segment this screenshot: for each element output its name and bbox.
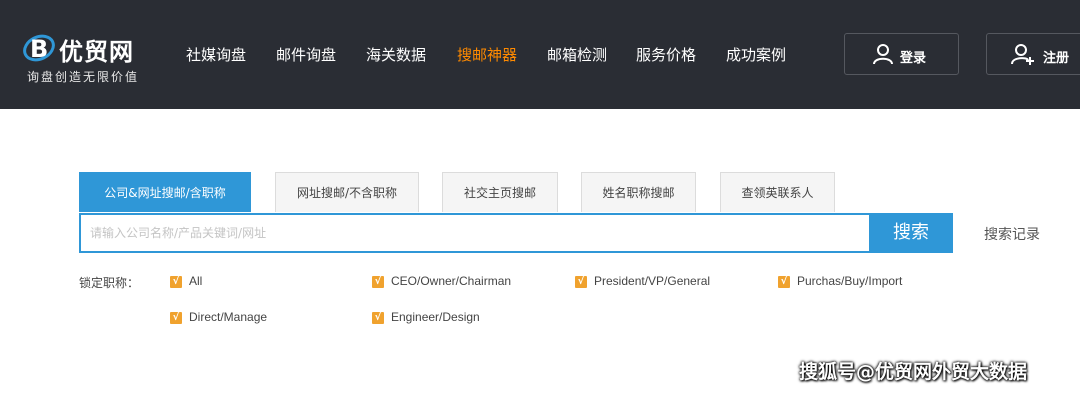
checkbox-label: President/VP/General: [594, 274, 711, 288]
tab-name-title[interactable]: 姓名职称搜邮: [581, 172, 696, 212]
search-history-link[interactable]: 搜索记录: [984, 224, 1040, 244]
checked-icon: √: [372, 276, 384, 288]
checkbox-label: Purchas/Buy/Import: [797, 274, 903, 288]
logo-title: 优贸网: [59, 38, 134, 66]
logo-slogan: 询盘创造无限价值: [27, 70, 140, 84]
login-button[interactable]: 登录: [844, 33, 959, 75]
nav-email-check[interactable]: 邮箱检测: [547, 44, 607, 65]
checked-icon: √: [170, 312, 182, 324]
search-input[interactable]: [79, 213, 869, 253]
checkbox-label: CEO/Owner/Chairman: [391, 274, 512, 288]
checkbox-label: Engineer/Design: [391, 310, 480, 324]
user-icon: [873, 44, 893, 65]
register-label: 注册: [1043, 51, 1070, 66]
nav-email-finder[interactable]: 搜邮神器: [457, 44, 517, 65]
svg-text:B: B: [30, 35, 48, 63]
tab-social-profile[interactable]: 社交主页搜邮: [442, 172, 558, 212]
checked-icon: √: [170, 276, 182, 288]
checkbox-label: All: [189, 274, 203, 288]
lock-title-label: 锁定职称：: [79, 276, 140, 290]
nav-email-inquiry[interactable]: 邮件询盘: [276, 44, 336, 65]
nav-cases[interactable]: 成功案例: [726, 44, 786, 65]
nav-customs-data[interactable]: 海关数据: [366, 44, 426, 65]
checkbox-label: Direct/Manage: [189, 310, 268, 324]
tab-company-url-with-title[interactable]: 公司&网址搜邮/含职称: [79, 172, 251, 212]
tab-url-without-title[interactable]: 网址搜邮/不含职称: [275, 172, 419, 212]
logo-b-icon: B: [23, 34, 55, 63]
register-button[interactable]: 注册: [986, 33, 1080, 75]
login-label: 登录: [900, 51, 927, 66]
nav-social-inquiry[interactable]: 社媒询盘: [186, 44, 246, 65]
tab-linkedin-contacts[interactable]: 查领英联系人: [720, 172, 835, 212]
checked-icon: √: [372, 312, 384, 324]
search-button[interactable]: 搜索: [869, 213, 953, 253]
nav-pricing[interactable]: 服务价格: [636, 44, 696, 65]
checked-icon: √: [778, 276, 790, 288]
source-watermark: 搜狐号@优贸网外贸大数据: [799, 361, 1028, 383]
checked-icon: √: [575, 276, 587, 288]
add-user-icon: [1011, 44, 1034, 65]
top-header: B 优贸网 询盘创造无限价值 社媒询盘 邮件询盘 海关数据 搜邮神器 邮箱检测 …: [0, 0, 1080, 109]
